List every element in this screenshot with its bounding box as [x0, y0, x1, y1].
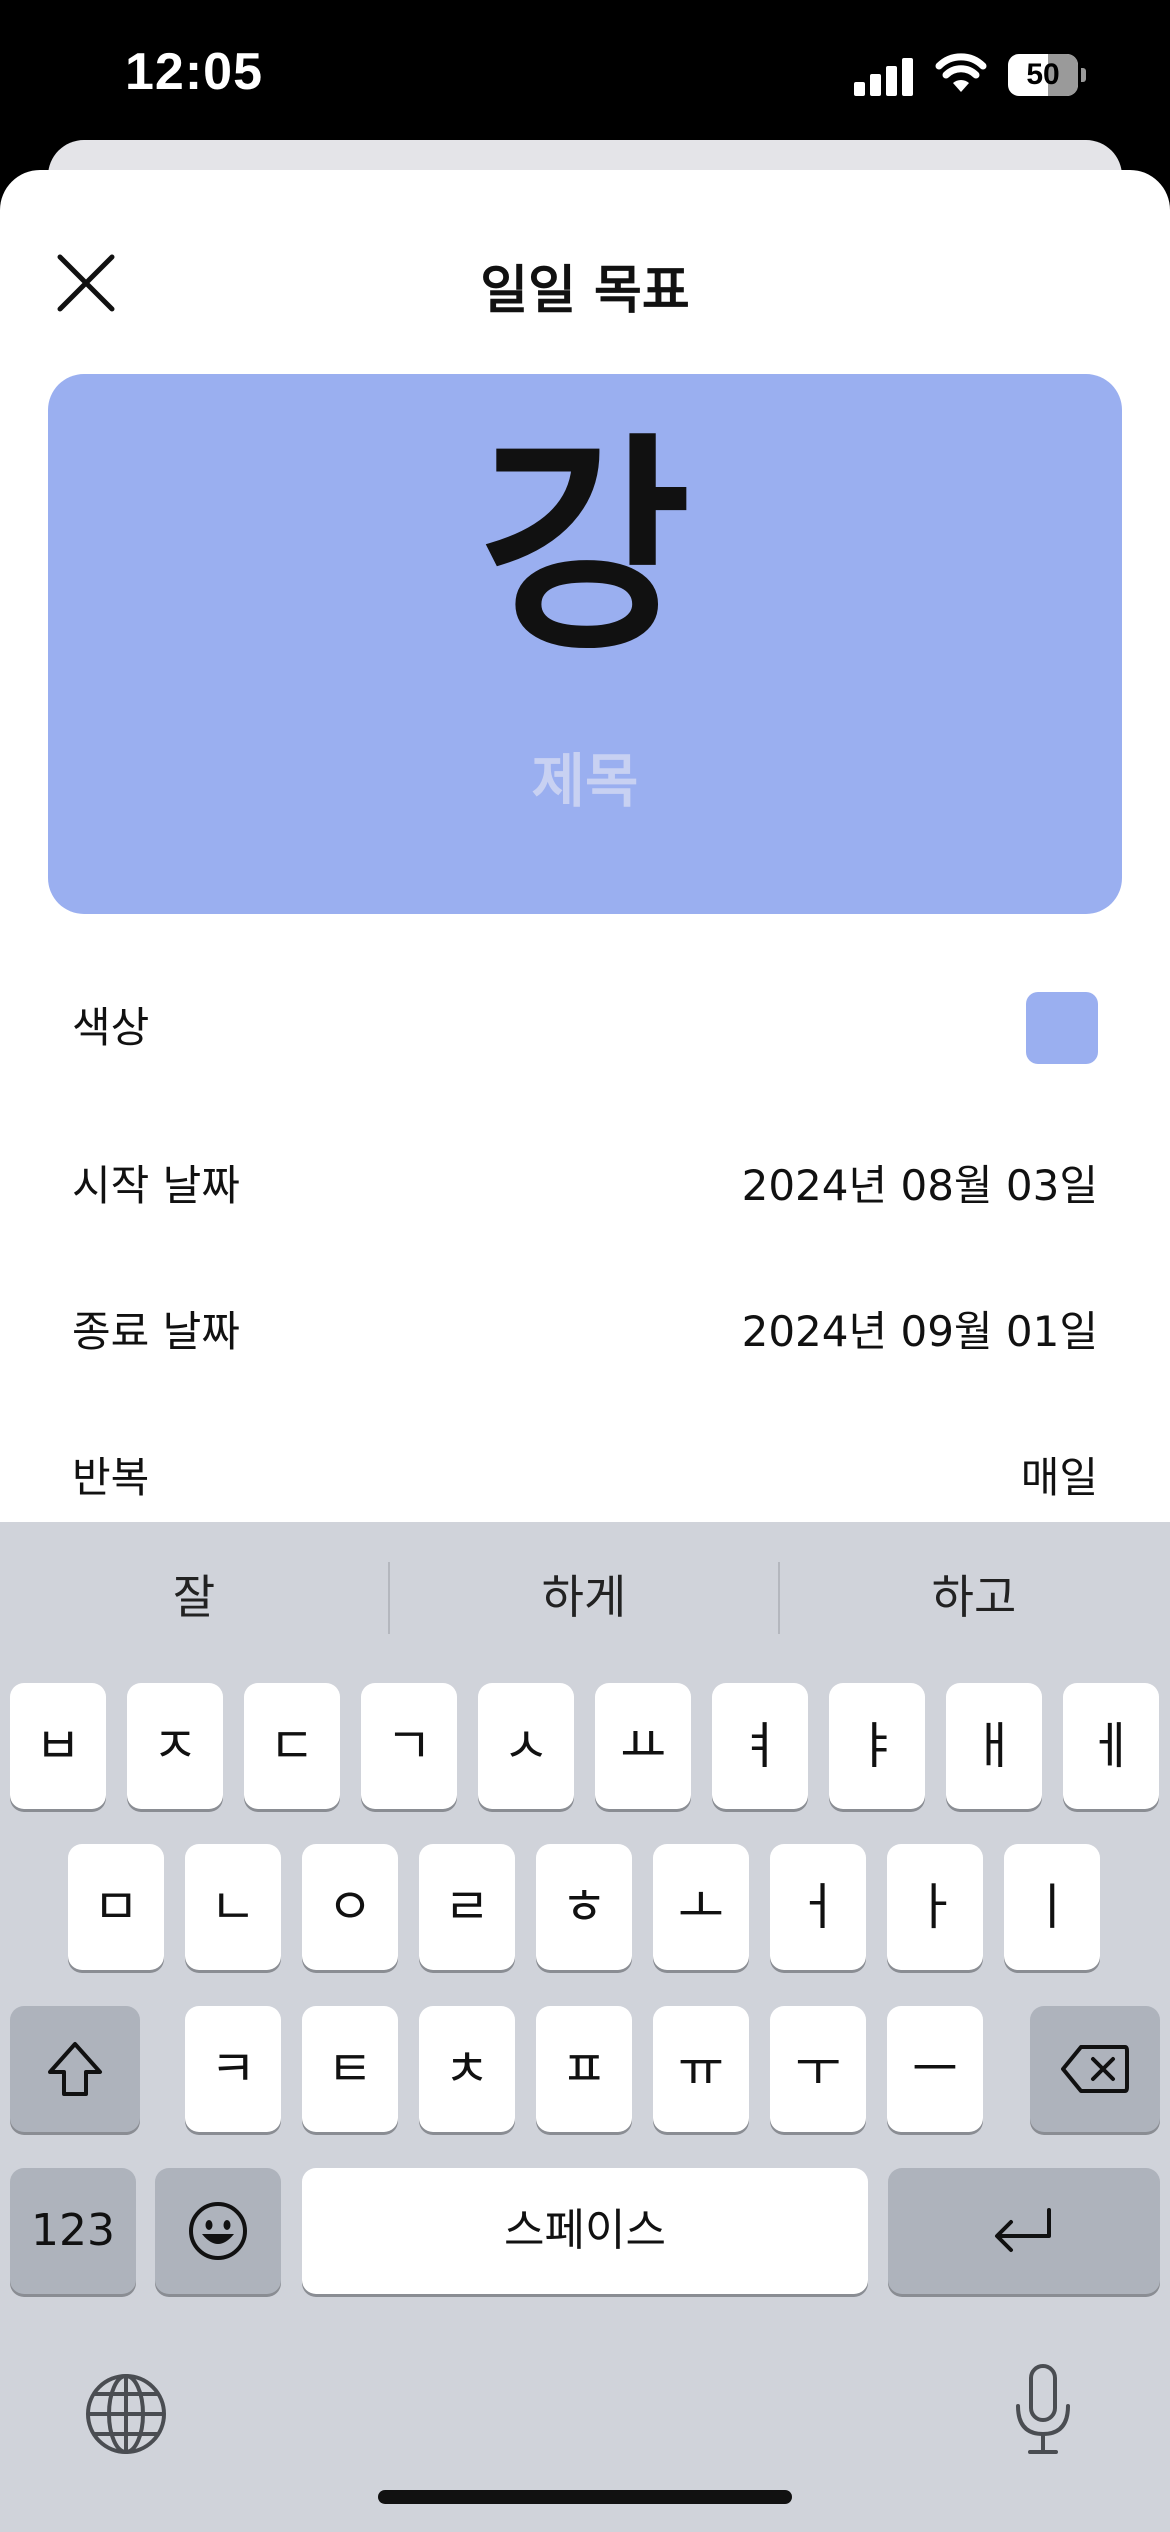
battery-level: 50: [1026, 58, 1060, 91]
shift-icon: [48, 2042, 102, 2096]
key[interactable]: ㄱ: [361, 1683, 457, 1809]
key[interactable]: ㅔ: [1063, 1683, 1159, 1809]
suggestion-item[interactable]: 하게: [390, 1522, 778, 1672]
battery-icon: 50: [1008, 54, 1086, 96]
key[interactable]: ㅏ: [887, 1844, 983, 1970]
key[interactable]: ㅇ: [302, 1844, 398, 1970]
key[interactable]: ㅂ: [10, 1683, 106, 1809]
daily-goal-sheet: 일일 목표 강 제목 색상 시작 날짜 2024년 08월 03일 종료 날짜 …: [0, 170, 1170, 1570]
key[interactable]: ㅍ: [536, 2006, 632, 2132]
home-indicator: [378, 2490, 792, 2504]
key[interactable]: ㅛ: [595, 1683, 691, 1809]
status-time: 12:05: [125, 43, 263, 101]
start-date-value[interactable]: 2024년 08월 03일: [742, 1146, 1098, 1226]
repeat-label: 반복: [72, 1453, 150, 1502]
repeat-value[interactable]: 매일: [1021, 1438, 1098, 1518]
suggestion-bar: 잘 하게 하고: [0, 1522, 1170, 1672]
globe-icon[interactable]: [84, 2372, 168, 2456]
color-label: 색상: [72, 1003, 150, 1052]
key[interactable]: ㅜ: [770, 2006, 866, 2132]
key[interactable]: ㅌ: [302, 2006, 398, 2132]
key[interactable]: ㅅ: [478, 1683, 574, 1809]
key[interactable]: ㅈ: [127, 1683, 223, 1809]
return-icon: [995, 2208, 1051, 2252]
key[interactable]: ㅑ: [829, 1683, 925, 1809]
suggestion-item[interactable]: 잘: [0, 1522, 388, 1672]
goal-title-input[interactable]: 제목: [48, 734, 1122, 818]
end-date-label: 종료 날짜: [72, 1307, 240, 1356]
status-bar: 12:05 50: [0, 0, 1170, 150]
end-date-row[interactable]: 종료 날짜 2024년 09월 01일: [72, 1292, 1098, 1372]
key[interactable]: ㅊ: [419, 2006, 515, 2132]
key[interactable]: ㅡ: [887, 2006, 983, 2132]
key[interactable]: ㅋ: [185, 2006, 281, 2132]
emoji-key[interactable]: [155, 2168, 281, 2294]
shift-key[interactable]: [10, 2006, 140, 2132]
suggestion-item[interactable]: 하고: [780, 1522, 1168, 1672]
microphone-icon[interactable]: [1008, 2362, 1078, 2458]
backspace-icon: [1061, 2045, 1129, 2093]
numbers-key[interactable]: 123: [10, 2168, 136, 2294]
key[interactable]: ㄴ: [185, 1844, 281, 1970]
sheet-title: 일일 목표: [480, 261, 690, 321]
return-key[interactable]: [888, 2168, 1160, 2294]
key[interactable]: ㅓ: [770, 1844, 866, 1970]
key[interactable]: ㄷ: [244, 1683, 340, 1809]
color-swatch[interactable]: [1026, 992, 1098, 1064]
end-date-value[interactable]: 2024년 09월 01일: [742, 1292, 1098, 1372]
emoji-icon: [189, 2202, 247, 2260]
key[interactable]: ㅁ: [68, 1844, 164, 1970]
key[interactable]: ㅐ: [946, 1683, 1042, 1809]
key[interactable]: ㅗ: [653, 1844, 749, 1970]
start-date-label: 시작 날짜: [72, 1161, 240, 1210]
key[interactable]: ㅕ: [712, 1683, 808, 1809]
key[interactable]: ㅠ: [653, 2006, 749, 2132]
space-key[interactable]: 스페이스: [302, 2168, 868, 2294]
key[interactable]: ㅎ: [536, 1844, 632, 1970]
cellular-signal-icon: [854, 56, 914, 96]
goal-preview-card[interactable]: 강 제목: [48, 374, 1122, 914]
key[interactable]: ㅣ: [1004, 1844, 1100, 1970]
wifi-icon: [935, 53, 987, 92]
key[interactable]: ㄹ: [419, 1844, 515, 1970]
color-row[interactable]: 색상: [72, 988, 1098, 1068]
goal-icon-character: 강: [479, 415, 691, 682]
korean-keyboard: 잘 하게 하고 ㅂ ㅈ ㄷ ㄱ ㅅ ㅛ ㅕ ㅑ ㅐ ㅔ ㅁ ㄴ ㅇ ㄹ ㅎ ㅗ …: [0, 1522, 1170, 2532]
start-date-row[interactable]: 시작 날짜 2024년 08월 03일: [72, 1146, 1098, 1226]
backspace-key[interactable]: [1030, 2006, 1160, 2132]
repeat-row[interactable]: 반복 매일: [72, 1438, 1098, 1518]
